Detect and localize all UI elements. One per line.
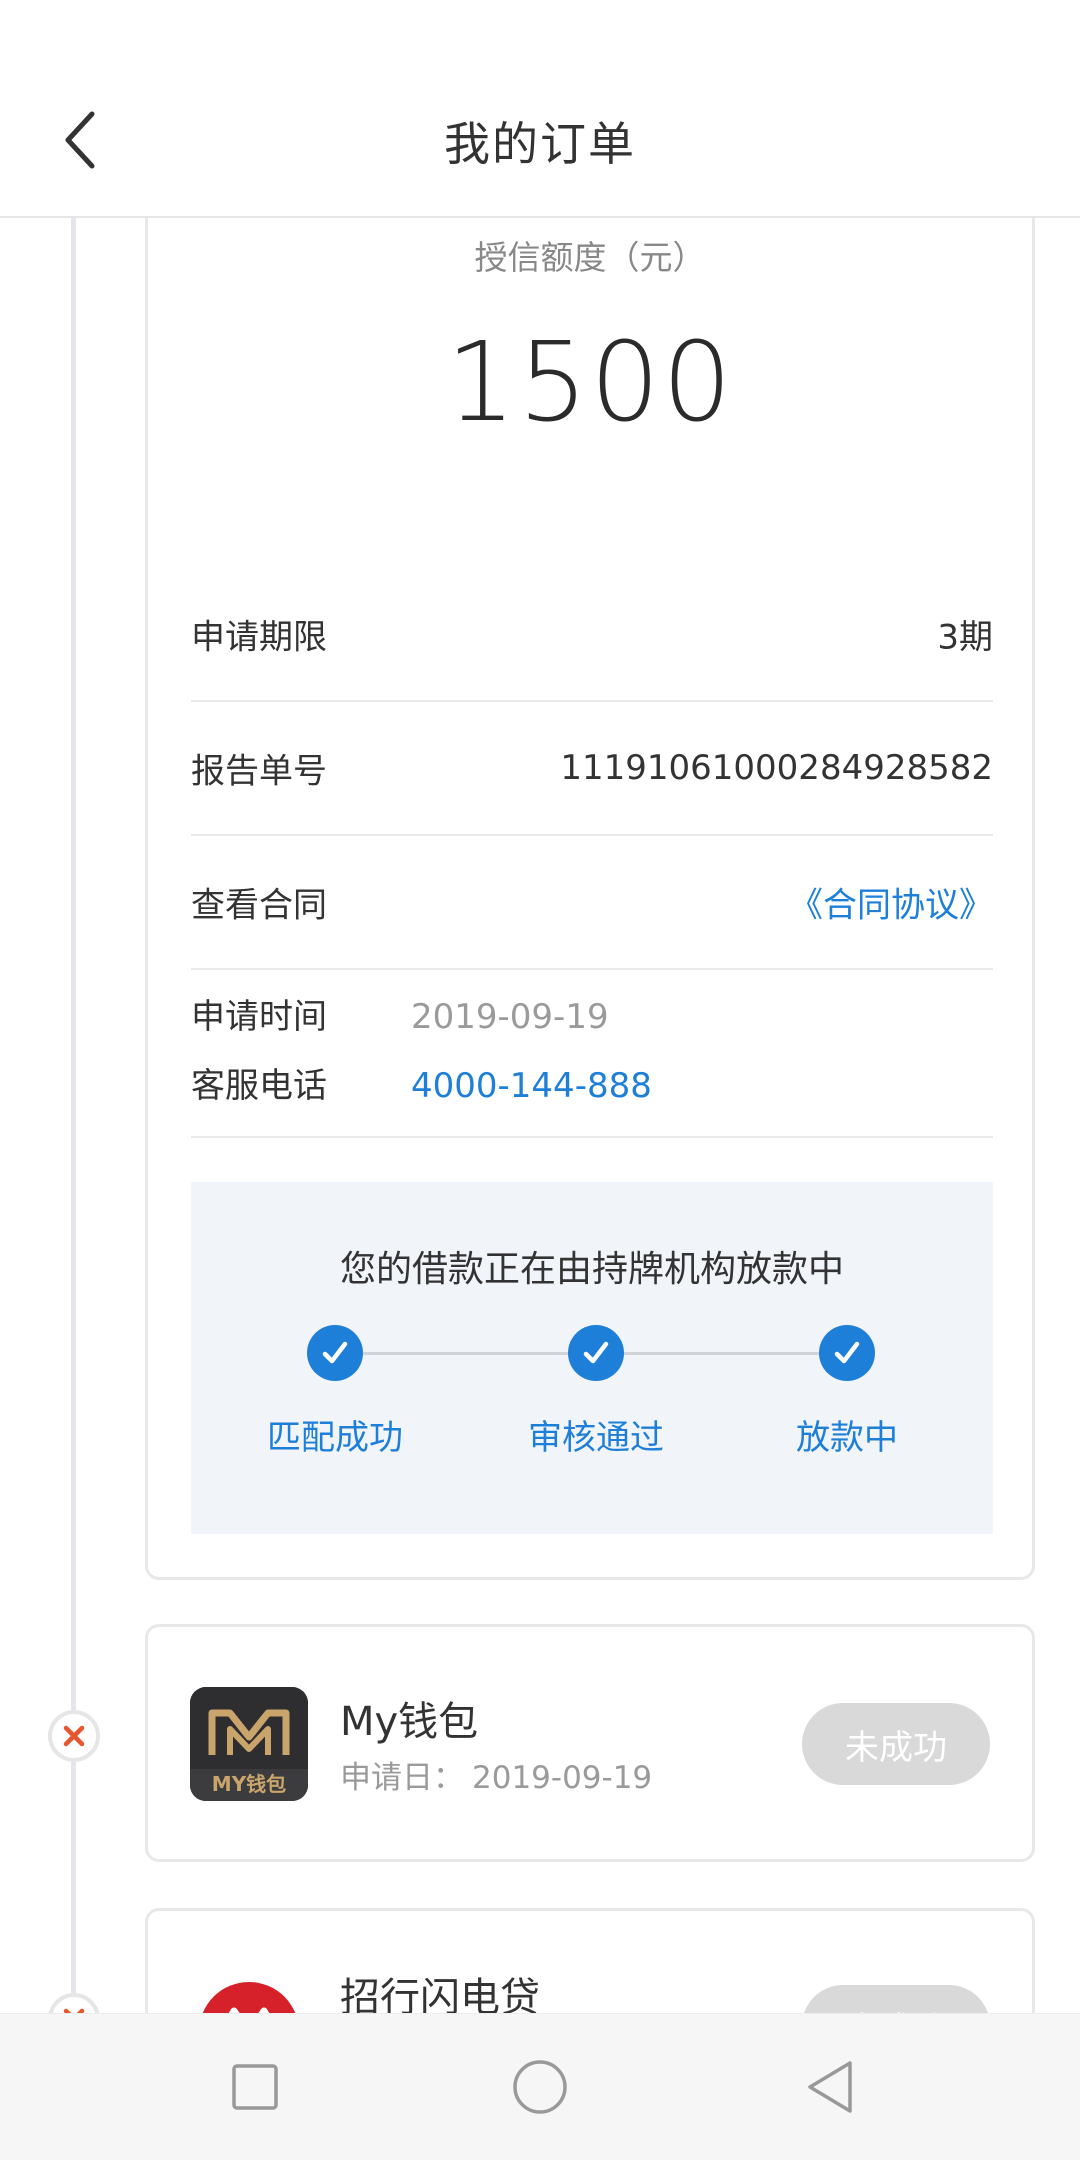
apply-date: 申请日： 2019-09-19 [340, 1752, 652, 1797]
progress-connector [615, 1352, 841, 1355]
service-phone-label: 客服电话 [191, 1066, 327, 1106]
order-page: 我的订单 授信额度（元） 1500 申请期限 3期 报告单号 111910610… [0, 0, 1080, 2160]
apply-time-value: 2019-09-19 [411, 997, 609, 1037]
checkmark-icon [834, 1341, 860, 1364]
apply-time-label: 申请时间 [191, 997, 327, 1037]
triangle-back-icon [808, 2061, 852, 2113]
close-icon [63, 1725, 85, 1747]
order-detail-card: 授信额度（元） 1500 申请期限 3期 报告单号 11191061000284… [145, 200, 1035, 1580]
step-3-check [819, 1325, 875, 1381]
view-contract-row[interactable]: 查看合同 《合同协议》 [191, 836, 993, 970]
credit-limit-label: 授信额度（元） [474, 238, 706, 277]
header-bar: 我的订单 [0, 0, 1080, 218]
service-phone-link[interactable]: 4000-144-888 [411, 1056, 652, 1116]
apply-date-label: 申请日： [340, 1760, 464, 1796]
app-logo-label: MY钱包 [211, 1772, 287, 1796]
view-contract-label: 查看合同 [191, 885, 327, 926]
checkmark-icon [583, 1341, 609, 1364]
back-nav-button[interactable] [790, 2047, 870, 2127]
step-2-check [568, 1325, 624, 1381]
loan-term-value: 3期 [937, 617, 993, 658]
checkmark-icon [322, 1341, 348, 1364]
app-name: My钱包 [340, 1699, 479, 1745]
progress-connector [354, 1352, 588, 1355]
progress-title: 您的借款正在由持牌机构放款中 [339, 1249, 844, 1290]
step-1-label: 匹配成功 [267, 1418, 403, 1458]
home-button[interactable] [500, 2047, 580, 2127]
system-nav-bar [0, 2013, 1080, 2160]
app-logo: MY钱包 [190, 1687, 308, 1801]
square-icon [232, 2064, 278, 2110]
apply-date-value: 2019-09-19 [472, 1760, 653, 1796]
report-number-row: 报告单号 1119106100028492858​2 [191, 702, 993, 836]
apply-time-row: 申请时间 2019-09-19 [191, 987, 993, 1047]
contract-agreement-link[interactable]: 《合同协议》 [789, 878, 993, 927]
circle-icon [513, 2060, 567, 2114]
credit-limit-amount: 1500 [446, 318, 734, 446]
step-1-check [307, 1325, 363, 1381]
service-phone-row: 客服电话 4000-144-888 [191, 1056, 993, 1116]
step-3-label: 放款中 [796, 1418, 898, 1458]
report-number-label: 报告单号 [191, 751, 327, 792]
divider [191, 1136, 993, 1138]
loan-app-card[interactable]: MY钱包 My钱包 申请日： 2019-09-19 未成功 [145, 1624, 1035, 1862]
loan-progress-panel: 您的借款正在由持牌机构放款中 匹配成功 审核通过 放款中 [191, 1182, 993, 1534]
page-title: 我的订单 [444, 117, 636, 171]
fail-status-node [48, 1710, 100, 1762]
status-badge[interactable]: 未成功 [802, 1703, 990, 1785]
report-number-value: 1119106100028492858​2 [560, 748, 993, 788]
loan-term-row: 申请期限 3期 [191, 568, 993, 702]
step-2-label: 审核通过 [528, 1418, 664, 1458]
loan-term-label: 申请期限 [191, 617, 327, 658]
recent-apps-button[interactable] [215, 2047, 295, 2127]
